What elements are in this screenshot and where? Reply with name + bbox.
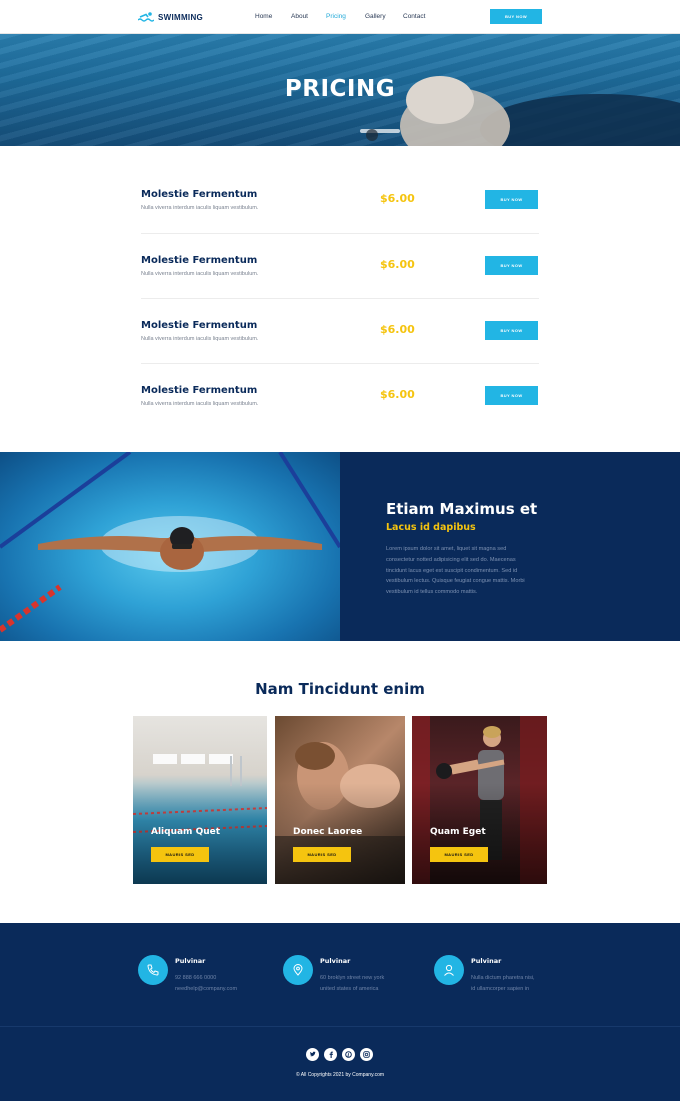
service-card[interactable]: Quam Eget MAURIS SED <box>412 716 547 884</box>
feature-text: Lorem ipsum dolor sit amet, liquet sit m… <box>386 544 546 598</box>
pricing-name: Molestie Fermentum <box>141 255 258 266</box>
mauris-sed-button[interactable]: MAURIS SED <box>293 847 351 862</box>
main-menu: Home About Pricing Gallery Contact <box>0 13 680 23</box>
phone-icon <box>138 955 168 985</box>
service-card[interactable]: Donec Laoree MAURIS SED <box>275 716 405 884</box>
nav-item-about[interactable]: About <box>291 13 308 20</box>
feature-panel: Etiam Maximus et Lacus id dapibus Lorem … <box>340 452 680 641</box>
footer: Pulvinar 92 888 666 0000 needhelp@compan… <box>0 923 680 1101</box>
pricing-name: Molestie Fermentum <box>141 320 258 331</box>
hero-banner: PRICING <box>0 34 680 146</box>
contact-title: Pulvinar <box>320 957 351 965</box>
pricing-row: Molestie Fermentum Nulla viverra interdu… <box>141 385 539 419</box>
feature-text-line: vestibulum lectus. Quisque feugiat congu… <box>386 578 525 585</box>
service-card[interactable]: Aliquam Quet MAURIS SED <box>133 716 267 884</box>
swimmer-illustration <box>0 452 340 633</box>
footer-divider <box>0 1026 680 1027</box>
card-title: Donec Laoree <box>293 827 363 837</box>
contact-line[interactable]: needhelp@company.com <box>175 986 237 992</box>
nav-item-pricing[interactable]: Pricing <box>326 13 346 20</box>
section-title: Nam Tincidunt enim <box>255 680 425 698</box>
pricing-desc: Nulla viverra interdum iaculis liquam ve… <box>141 271 259 277</box>
pricing-row: Molestie Fermentum Nulla viverra interdu… <box>141 255 539 289</box>
divider <box>141 298 539 299</box>
contact-title: Pulvinar <box>175 957 206 965</box>
mauris-sed-button[interactable]: MAURIS SED <box>151 847 209 862</box>
buy-now-button[interactable]: BUY NOW <box>485 386 538 405</box>
nav-item-gallery[interactable]: Gallery <box>365 13 386 20</box>
twitter-icon[interactable] <box>306 1048 319 1061</box>
nav-item-contact[interactable]: Contact <box>403 13 425 20</box>
feature-subtitle: Lacus id dapibus <box>386 522 476 533</box>
pricing-desc: Nulla viverra interdum iaculis liquam ve… <box>141 336 259 342</box>
butterfly-swimmer-image <box>0 452 340 641</box>
buy-now-button[interactable]: BUY NOW <box>485 256 538 275</box>
pricing-desc: Nulla viverra interdum iaculis liquam ve… <box>141 205 259 211</box>
card-title: Aliquam Quet <box>151 827 221 837</box>
feature-text-line: consectetur notted adipisicing elit sed … <box>386 556 516 563</box>
contact-line: Nulla dictum pharetra nisi, <box>471 975 535 981</box>
pricing-name: Molestie Fermentum <box>141 385 258 396</box>
nav-item-home[interactable]: Home <box>255 13 272 20</box>
page-title: PRICING <box>284 76 396 102</box>
mauris-sed-button[interactable]: MAURIS SED <box>430 847 488 862</box>
map-pin-icon <box>283 955 313 985</box>
feature-title: Etiam Maximus et <box>386 500 538 518</box>
pricing-price: $6.00 <box>380 258 415 271</box>
contact-title: Pulvinar <box>471 957 502 965</box>
top-nav: SWIMMING Home About Pricing Gallery Cont… <box>0 0 680 34</box>
contact-line: united states of america <box>320 986 379 992</box>
copyright-text: © All Copyrights 2021 by Company.com <box>295 1072 385 1078</box>
feature-text-line: Lorem ipsum dolor sit amet, liquet sit m… <box>386 546 507 552</box>
instagram-icon[interactable] <box>360 1048 373 1061</box>
contact-line: id ullamcorper sapien in <box>471 986 530 992</box>
card-title: Quam Eget <box>430 827 486 837</box>
contact-line: 60 broklyn street new york <box>320 975 385 981</box>
contact-line: 92 888 666 0000 <box>175 975 217 981</box>
feature-text-line: tincidunt lacus eget est suscipit condim… <box>386 567 518 574</box>
divider <box>141 233 539 234</box>
pricing-price: $6.00 <box>380 192 415 205</box>
divider <box>141 363 539 364</box>
facebook-icon[interactable] <box>324 1048 337 1061</box>
pricing-row: Molestie Fermentum Nulla viverra interdu… <box>141 320 539 354</box>
user-icon <box>434 955 464 985</box>
pricing-name: Molestie Fermentum <box>141 189 258 200</box>
buy-now-button[interactable]: BUY NOW <box>485 190 538 209</box>
nav-buy-now-button[interactable]: BUY NOW <box>490 9 542 24</box>
pricing-row: Molestie Fermentum Nulla viverra interdu… <box>141 189 539 223</box>
pricing-desc: Nulla viverra interdum iaculis liquam ve… <box>141 401 259 407</box>
feature-text-line: vestibulum id tellus commodo mattis. <box>386 589 478 596</box>
buy-now-button[interactable]: BUY NOW <box>485 321 538 340</box>
pricing-price: $6.00 <box>380 323 415 336</box>
pinterest-icon[interactable] <box>342 1048 355 1061</box>
pricing-price: $6.00 <box>380 388 415 401</box>
